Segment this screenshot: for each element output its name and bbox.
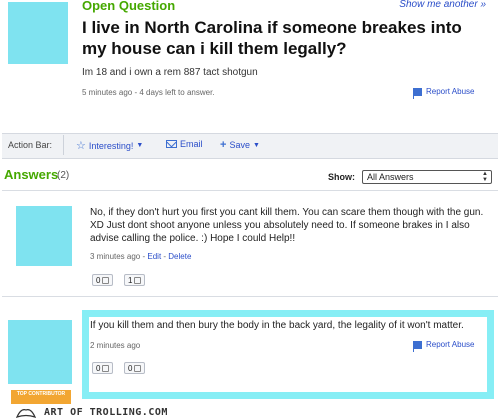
chevron-down-icon: ▼: [136, 142, 144, 149]
thumbs-down-icon: [134, 276, 142, 284]
thumbs-up-button[interactable]: 0: [92, 362, 114, 374]
answerer-avatar[interactable]: [16, 206, 72, 266]
site-watermark: ART OF TROLLING.COM: [44, 407, 168, 418]
chevron-down-icon: ▼: [252, 141, 260, 149]
answer-text: No, if they don't hurt you first you can…: [90, 207, 484, 244]
save-label: Save: [229, 140, 250, 150]
mail-icon: [166, 140, 177, 148]
thumbs-up-count: 0: [96, 275, 101, 285]
top-contributor-badge: TOP CONTRIBUTOR: [11, 390, 71, 404]
thumbs-up-count: 0: [96, 363, 101, 373]
answer-time: 3 minutes ago: [90, 252, 141, 261]
show-filter-label: Show:: [328, 172, 355, 182]
question-status-label: Open Question: [82, 0, 176, 13]
email-label: Email: [180, 139, 203, 149]
thumbs-down-count: 0: [128, 363, 133, 373]
thumbs-up-icon: [102, 364, 110, 372]
edit-link[interactable]: Edit: [147, 252, 161, 261]
star-icon: ☆: [76, 140, 86, 152]
thumbs-down-button[interactable]: 1: [124, 274, 146, 286]
asker-avatar[interactable]: [8, 2, 68, 64]
report-abuse-label: Report Abuse: [426, 340, 475, 349]
report-abuse-link[interactable]: Report Abuse: [413, 340, 475, 352]
thumbs-down-icon: [134, 364, 142, 372]
action-bar-label: Action Bar:: [8, 140, 53, 150]
answers-filter-select[interactable]: All Answers ▲ ▼: [362, 170, 492, 184]
report-abuse-link[interactable]: Report Abuse: [413, 87, 475, 99]
plus-icon: +: [220, 139, 227, 151]
flag-icon: [413, 340, 422, 352]
answer-meta: 3 minutes ago - Edit - Delete: [90, 252, 191, 261]
question-title: I live in North Carolina if someone brea…: [82, 18, 462, 58]
thumbs-down-count: 1: [128, 275, 133, 285]
interesting-button[interactable]: ☆ Interesting! ▼: [76, 139, 143, 152]
show-another-link[interactable]: Show me another »: [399, 0, 486, 10]
select-arrows-icon: ▲ ▼: [482, 171, 488, 183]
thumbs-up-icon: [102, 276, 110, 284]
thumbs-up-button[interactable]: 0: [92, 274, 114, 286]
answerer-avatar[interactable]: [8, 320, 72, 384]
report-abuse-label: Report Abuse: [426, 87, 475, 96]
divider: [2, 190, 498, 191]
thumbs-down-button[interactable]: 0: [124, 362, 146, 374]
email-button[interactable]: Email: [166, 139, 203, 149]
save-button[interactable]: + Save ▼: [220, 139, 260, 151]
answer-time: 2 minutes ago: [90, 341, 141, 350]
flag-icon: [413, 87, 422, 99]
answer-text: If you kill them and then bury the body …: [90, 320, 464, 331]
answers-count: (2): [57, 170, 70, 181]
question-detail: Im 18 and i own a rem 887 tact shotgun: [82, 67, 258, 78]
question-meta: 5 minutes ago - 4 days left to answer.: [82, 88, 215, 97]
delete-link[interactable]: Delete: [168, 252, 191, 261]
divider: [2, 296, 498, 297]
interesting-label: Interesting!: [88, 140, 134, 151]
answers-heading: Answers: [4, 167, 59, 182]
troll-logo-icon: [16, 409, 36, 418]
answers-filter-value: All Answers: [367, 172, 414, 182]
action-bar-divider: [63, 135, 64, 155]
